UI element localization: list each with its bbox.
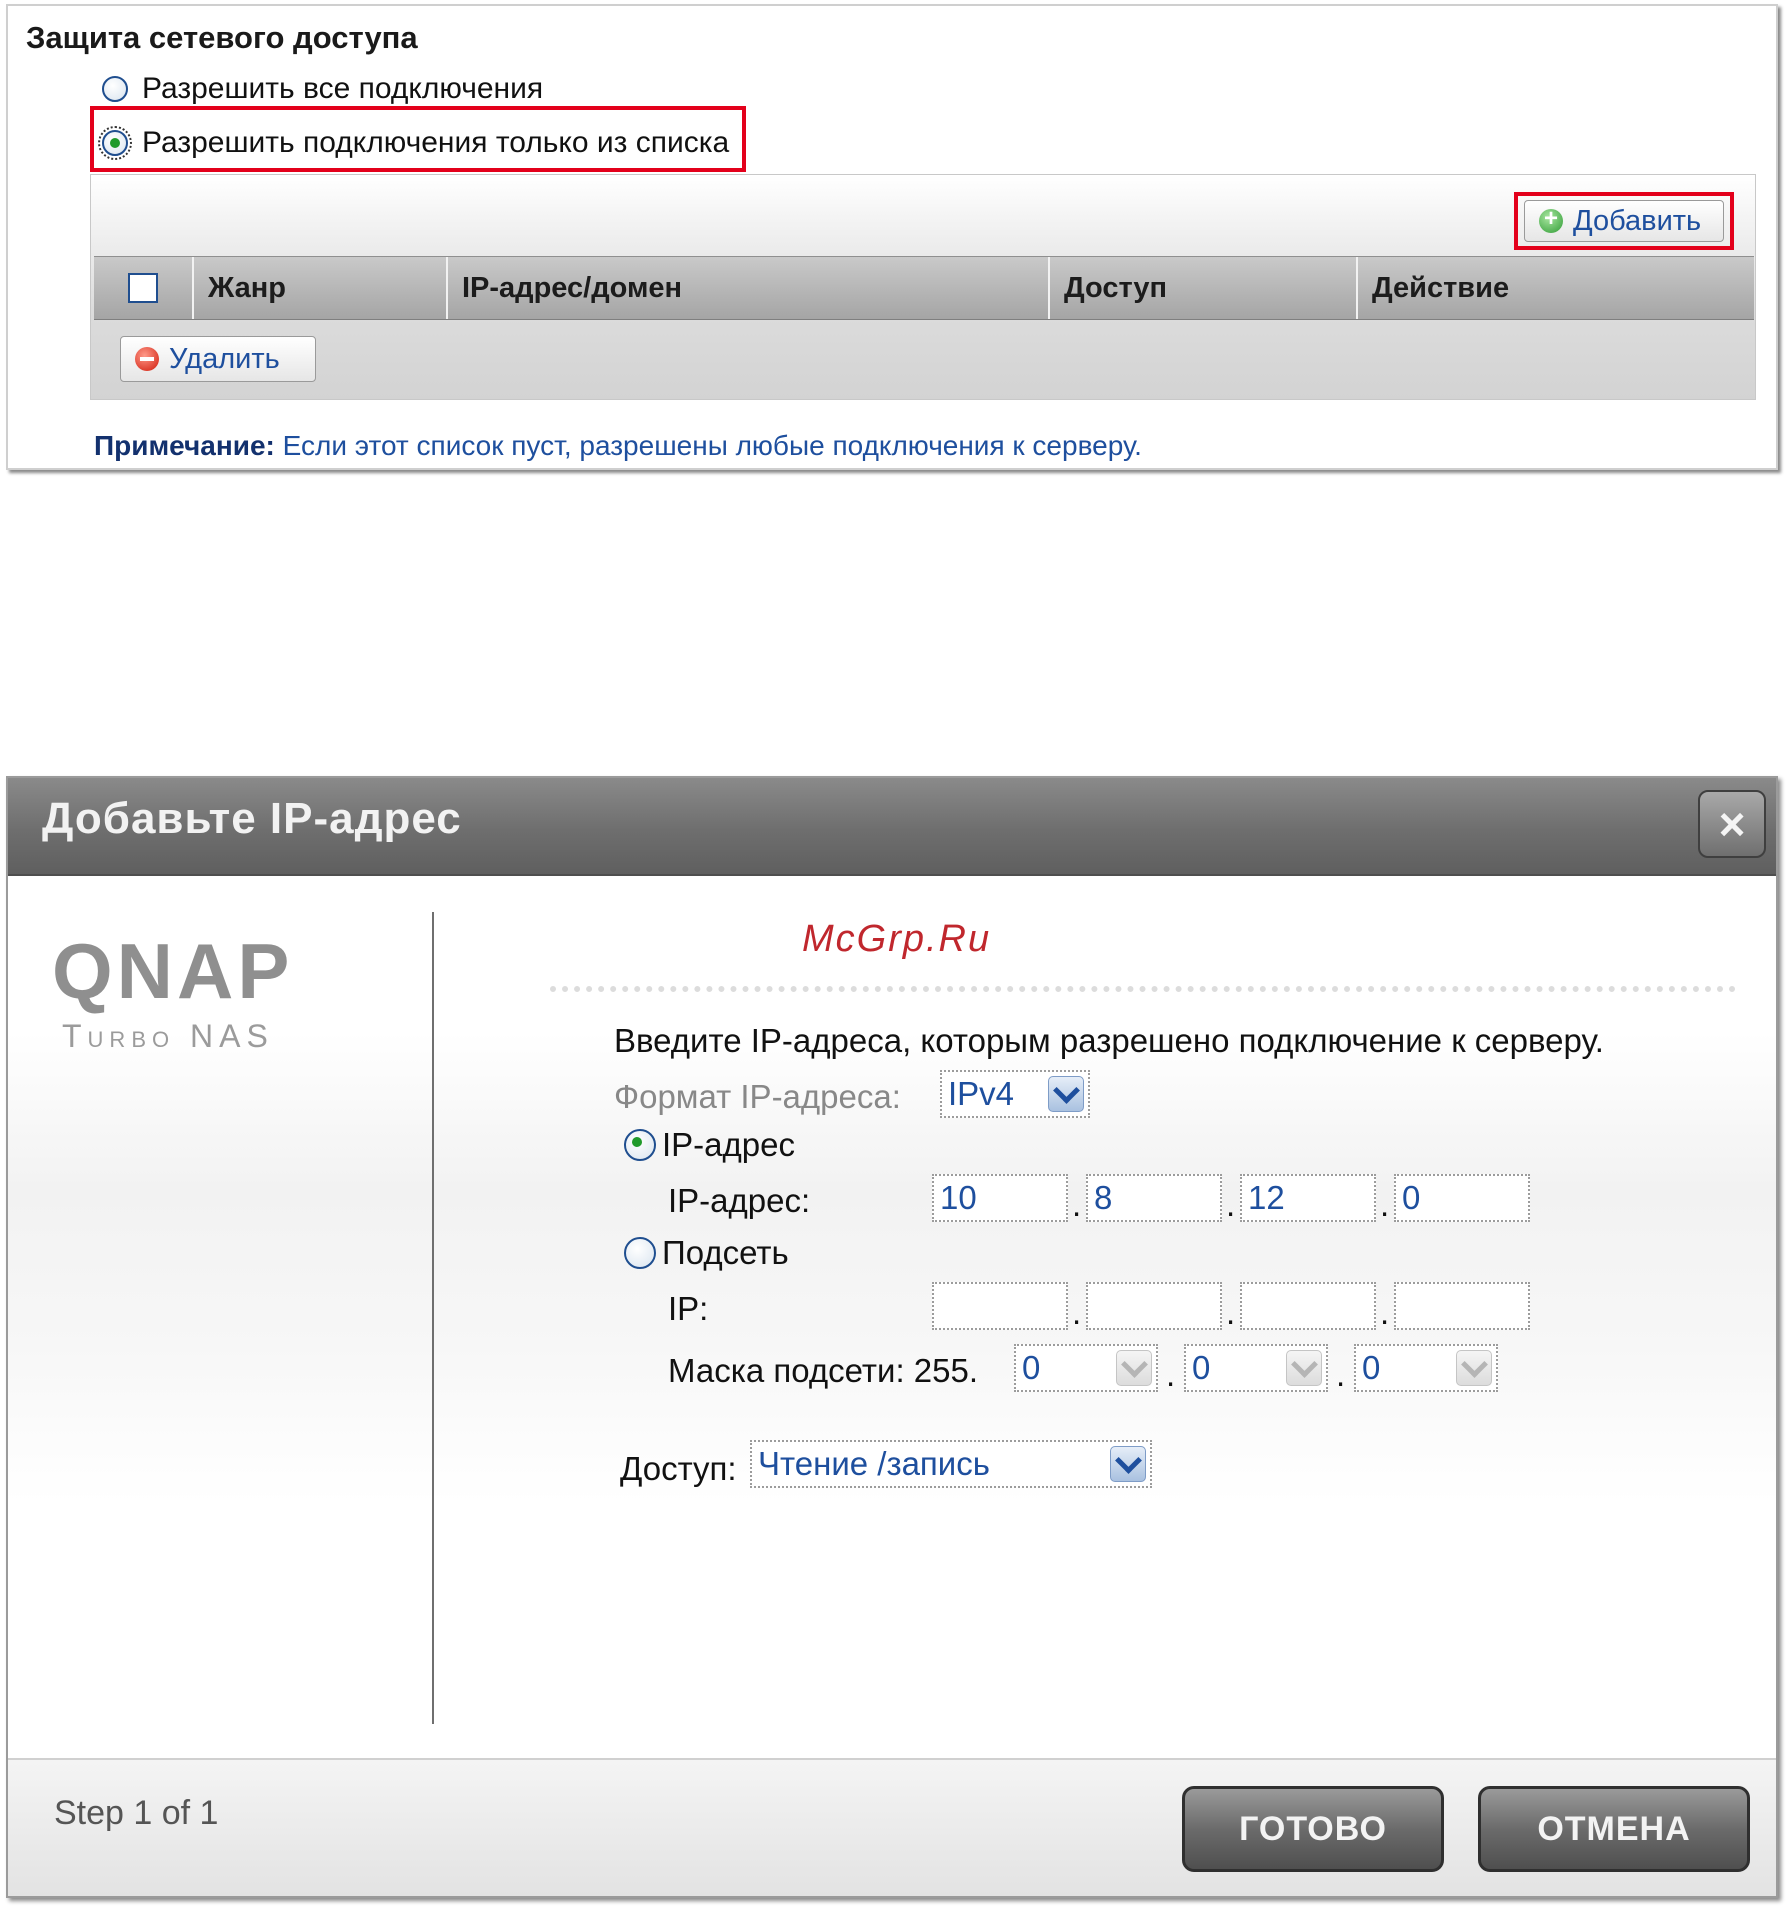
subnet-dot-3: .: [1380, 1294, 1390, 1331]
dialog-title: Добавьте IP-адрес: [42, 794, 462, 843]
ip-dot-3: .: [1380, 1186, 1390, 1223]
instruction-text: Введите IP-адреса, которым разрешено под…: [614, 1022, 1604, 1059]
radio-subnet[interactable]: Подсеть: [624, 1234, 789, 1272]
chevron-down-icon: [1110, 1446, 1146, 1482]
mask-octet-2-select[interactable]: 0: [1184, 1344, 1328, 1392]
subnet-octet-2[interactable]: [1086, 1282, 1222, 1330]
add-ip-dialog: Добавьте IP-адрес × QNAP Turbo NAS McGrp…: [6, 776, 1778, 1898]
access-label: Доступ:: [620, 1450, 737, 1487]
minus-circle-icon: [135, 347, 159, 371]
header-access[interactable]: Доступ: [1050, 257, 1358, 319]
note-text: Если этот список пуст, разрешены любые п…: [274, 430, 1142, 461]
plus-circle-icon: [1539, 205, 1563, 233]
network-access-panel: Защита сетевого доступа Разрешить все по…: [6, 4, 1778, 470]
note: Примечание: Если этот список пуст, разре…: [94, 430, 1142, 462]
ip-format-value: IPv4: [948, 1075, 1015, 1112]
dialog-footer: Step 1 of 1 ГОТОВО ОТМЕНА: [8, 1758, 1776, 1896]
dialog-body: QNAP Turbo NAS McGrp.Ru Введите IP-адрес…: [8, 876, 1776, 1724]
step-indicator: Step 1 of 1: [54, 1794, 219, 1832]
mask-octet-3-value: 0: [1362, 1349, 1381, 1386]
mask-octet-1-select[interactable]: 0: [1014, 1344, 1158, 1392]
mask-octet-3-select[interactable]: 0: [1354, 1344, 1498, 1392]
chevron-down-icon: [1048, 1076, 1084, 1112]
subnet-ip-label: IP:: [668, 1290, 709, 1327]
radio-subnet-circle[interactable]: [624, 1237, 656, 1269]
ip-dot-2: .: [1226, 1186, 1236, 1223]
radio-subnet-label: Подсеть: [662, 1234, 789, 1271]
done-button[interactable]: ГОТОВО: [1182, 1786, 1444, 1872]
access-value: Чтение /запись: [758, 1445, 990, 1482]
chevron-down-icon: [1456, 1350, 1492, 1386]
subnet-octet-4[interactable]: [1394, 1282, 1530, 1330]
mask-octet-1-value: 0: [1022, 1349, 1041, 1386]
cancel-button[interactable]: ОТМЕНА: [1478, 1786, 1750, 1872]
subnet-dot-1: .: [1072, 1294, 1082, 1331]
header-action[interactable]: Действие: [1358, 257, 1754, 319]
ip-octet-4[interactable]: [1394, 1174, 1530, 1222]
ip-format-label: Формат IP-адреса:: [614, 1078, 901, 1115]
delete-button-label: Удалить: [169, 342, 280, 375]
radio-allow-list[interactable]: Разрешить подключения только из списка: [98, 126, 730, 160]
mask-octet-2-value: 0: [1192, 1349, 1211, 1386]
subnet-mask-label: Маска подсети: 255.: [668, 1352, 979, 1389]
radio-ip-address[interactable]: IP-адрес: [624, 1126, 795, 1164]
chevron-down-icon: [1286, 1350, 1322, 1386]
turbo-nas-logo: Turbo NAS: [62, 1018, 274, 1054]
select-all-checkbox[interactable]: [128, 273, 158, 303]
qnap-logo: QNAP: [52, 927, 294, 1015]
mask-dot-1: .: [1166, 1356, 1176, 1393]
radio-allow-list-circle[interactable]: [98, 126, 132, 160]
radio-allow-all-circle[interactable]: [102, 76, 128, 102]
header-ip-domain[interactable]: IP-адрес/домен: [448, 257, 1050, 319]
brand-divider: [432, 912, 434, 1724]
watermark: McGrp.Ru: [802, 918, 992, 960]
section-title: Защита сетевого доступа: [26, 20, 418, 55]
ip-octet-3[interactable]: [1240, 1174, 1376, 1222]
add-button-label: Добавить: [1573, 204, 1702, 237]
subnet-dot-2: .: [1226, 1294, 1236, 1331]
radio-ip-address-label: IP-адрес: [662, 1126, 795, 1163]
mask-dot-2: .: [1336, 1356, 1346, 1393]
ip-address-label: IP-адрес:: [668, 1182, 811, 1219]
chevron-down-icon: [1116, 1350, 1152, 1386]
close-icon: ×: [1718, 798, 1746, 850]
header-select-all[interactable]: [94, 257, 194, 319]
dotted-separator: [550, 986, 1736, 992]
radio-allow-list-label: Разрешить подключения только из списка: [142, 126, 730, 159]
subnet-octet-3[interactable]: [1240, 1282, 1376, 1330]
radio-allow-all[interactable]: Разрешить все подключения: [102, 72, 543, 106]
subnet-octet-1[interactable]: [932, 1282, 1068, 1330]
add-button[interactable]: Добавить: [1524, 200, 1724, 242]
radio-allow-all-label: Разрешить все подключения: [142, 72, 544, 105]
ip-format-select[interactable]: IPv4: [940, 1070, 1090, 1118]
access-select[interactable]: Чтение /запись: [750, 1440, 1152, 1488]
ip-octet-2[interactable]: [1086, 1174, 1222, 1222]
note-label: Примечание:: [94, 430, 275, 461]
delete-button[interactable]: Удалить: [120, 336, 316, 382]
ip-dot-1: .: [1072, 1186, 1082, 1223]
close-button[interactable]: ×: [1698, 790, 1766, 858]
header-genre[interactable]: Жанр: [194, 257, 448, 319]
ip-octet-1[interactable]: [932, 1174, 1068, 1222]
radio-ip-address-circle[interactable]: [624, 1129, 656, 1161]
table-header: Жанр IP-адрес/домен Доступ Действие: [94, 256, 1754, 320]
dialog-titlebar: Добавьте IP-адрес ×: [8, 778, 1776, 876]
